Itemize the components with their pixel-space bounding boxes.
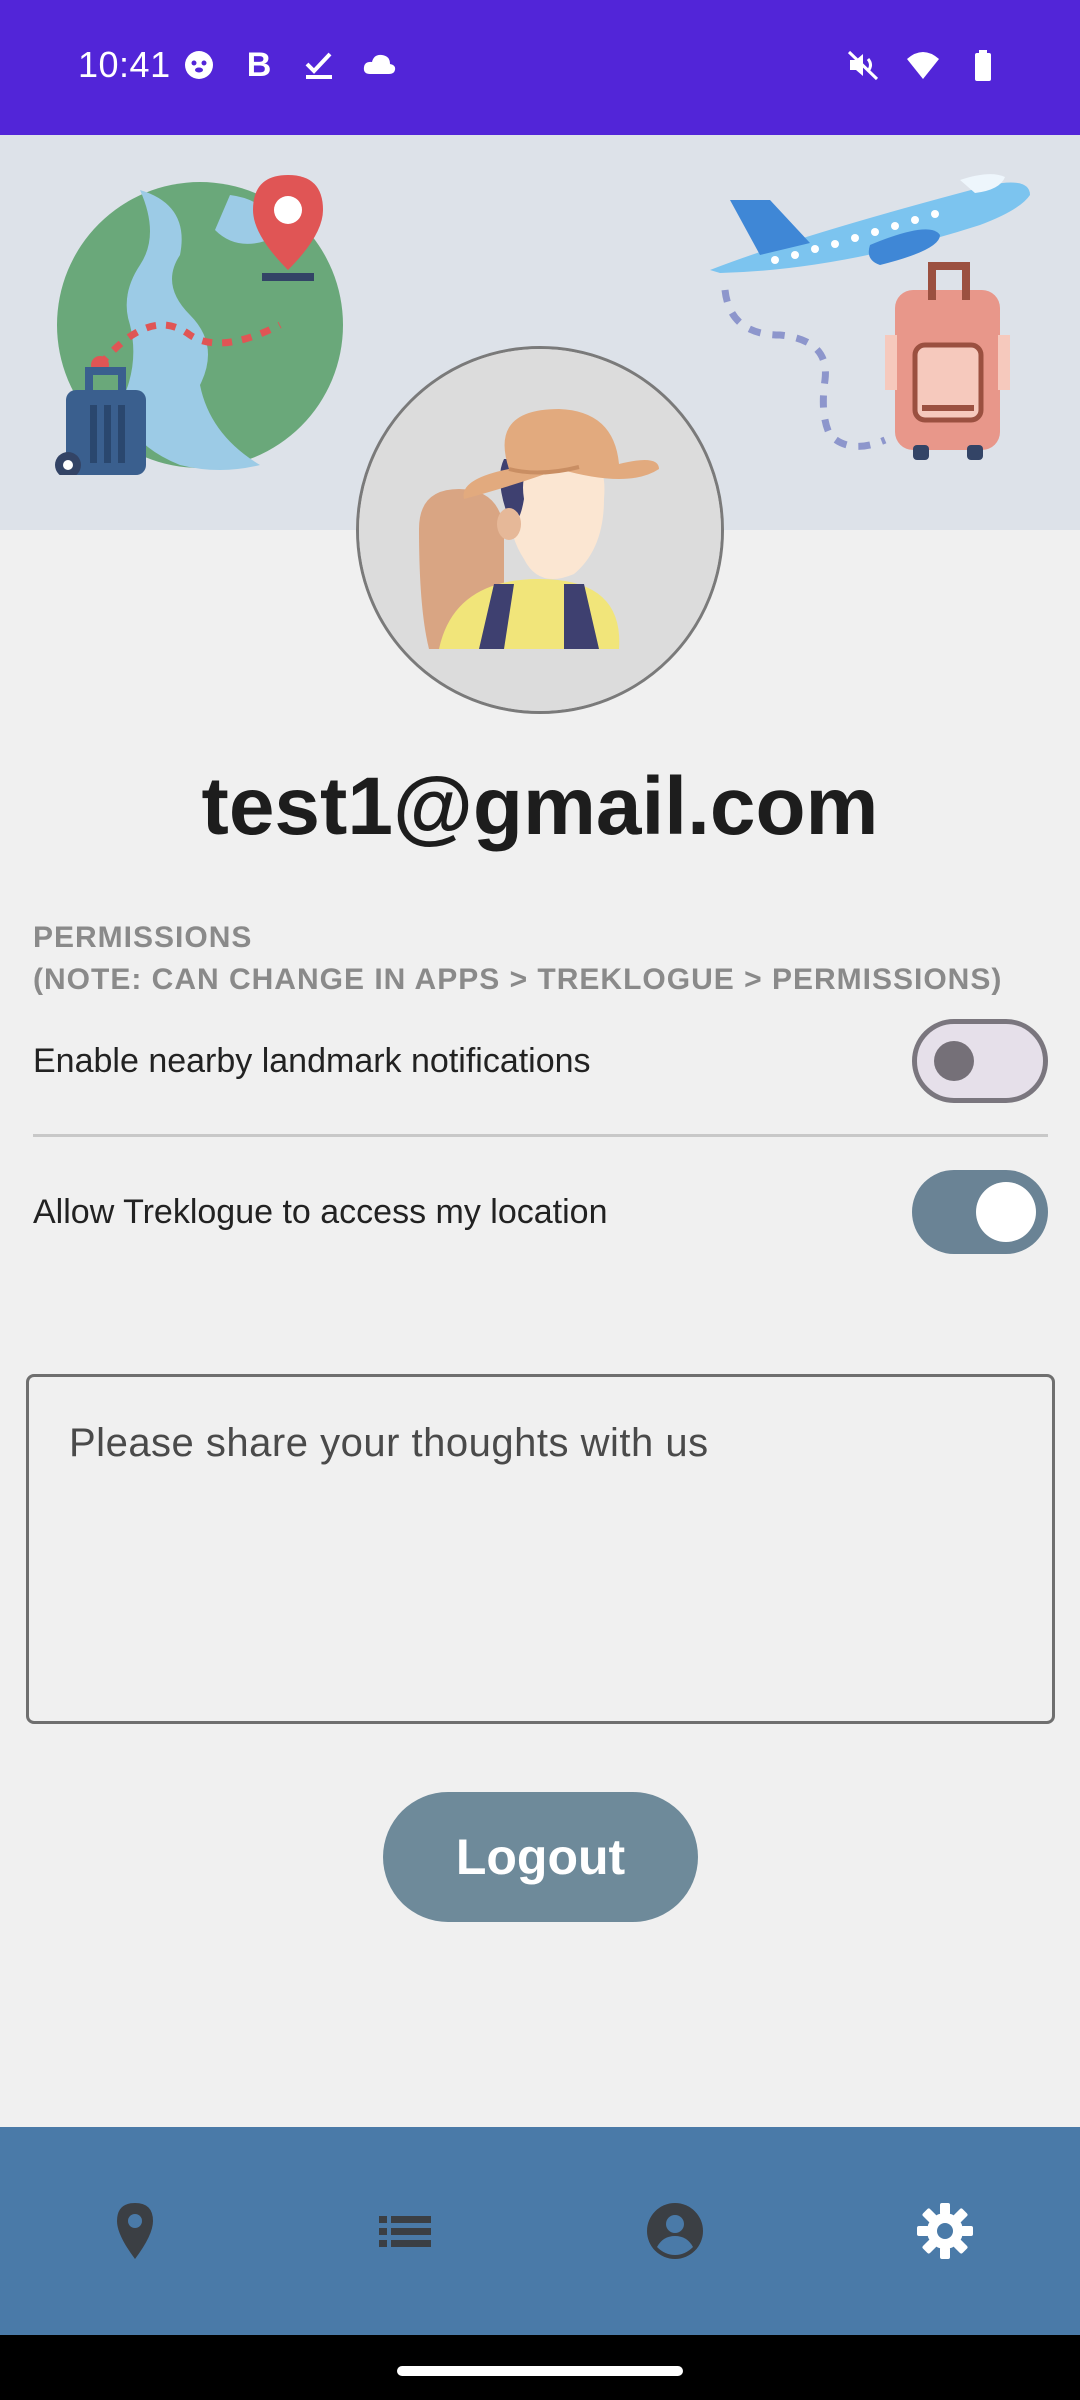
nav-item-map[interactable] — [3, 2127, 268, 2335]
setting-row-location: Allow Treklogue to access my location — [33, 1167, 1048, 1257]
nav-item-settings[interactable] — [813, 2127, 1078, 2335]
feedback-textarea[interactable] — [26, 1374, 1055, 1724]
avatar[interactable] — [356, 346, 724, 714]
traveler-avatar-icon — [359, 349, 721, 711]
list-icon — [379, 2216, 431, 2247]
permissions-title: PERMISSIONS — [33, 921, 253, 954]
battery-icon — [966, 48, 1000, 82]
account-circle-icon — [647, 2203, 703, 2259]
permissions-heading: PERMISSIONS (NOTE: CAN CHANGE IN APPS > … — [33, 917, 1053, 1001]
location-toggle[interactable] — [912, 1170, 1048, 1254]
cloud-icon — [362, 48, 396, 82]
bottom-nav — [0, 2127, 1080, 2335]
wifi-icon — [906, 48, 940, 82]
bold-b-icon: B — [246, 46, 272, 84]
notifications-toggle[interactable] — [912, 1019, 1048, 1103]
gear-icon — [917, 2203, 973, 2259]
status-notification-icons: B — [182, 48, 396, 82]
location-pin-icon — [117, 2203, 153, 2259]
status-system-icons — [846, 48, 1000, 82]
airplane-suitcase-illustration-icon — [710, 174, 1030, 460]
otter-icon — [182, 48, 216, 82]
mute-icon — [846, 48, 880, 82]
divider — [33, 1134, 1048, 1137]
globe-illustration-icon — [55, 175, 343, 475]
logout-button[interactable]: Logout — [383, 1792, 698, 1922]
status-time: 10:41 — [78, 44, 171, 85]
task-check-icon — [302, 48, 336, 82]
user-email: test1@gmail.com — [201, 761, 879, 852]
nav-item-list[interactable] — [273, 2127, 538, 2335]
toggle-knob — [934, 1041, 974, 1081]
status-bar: 10:41 B — [0, 0, 1080, 135]
setting-row-notifications: Enable nearby landmark notifications — [33, 1016, 1048, 1106]
permissions-note: (NOTE: CAN CHANGE IN APPS > TREKLOGUE > … — [33, 963, 1003, 996]
nav-item-profile[interactable] — [543, 2127, 808, 2335]
toggle-knob — [976, 1182, 1036, 1242]
notifications-setting-label: Enable nearby landmark notifications — [33, 1041, 591, 1080]
location-setting-label: Allow Treklogue to access my location — [33, 1192, 608, 1231]
home-gesture-handle[interactable] — [397, 2366, 683, 2376]
